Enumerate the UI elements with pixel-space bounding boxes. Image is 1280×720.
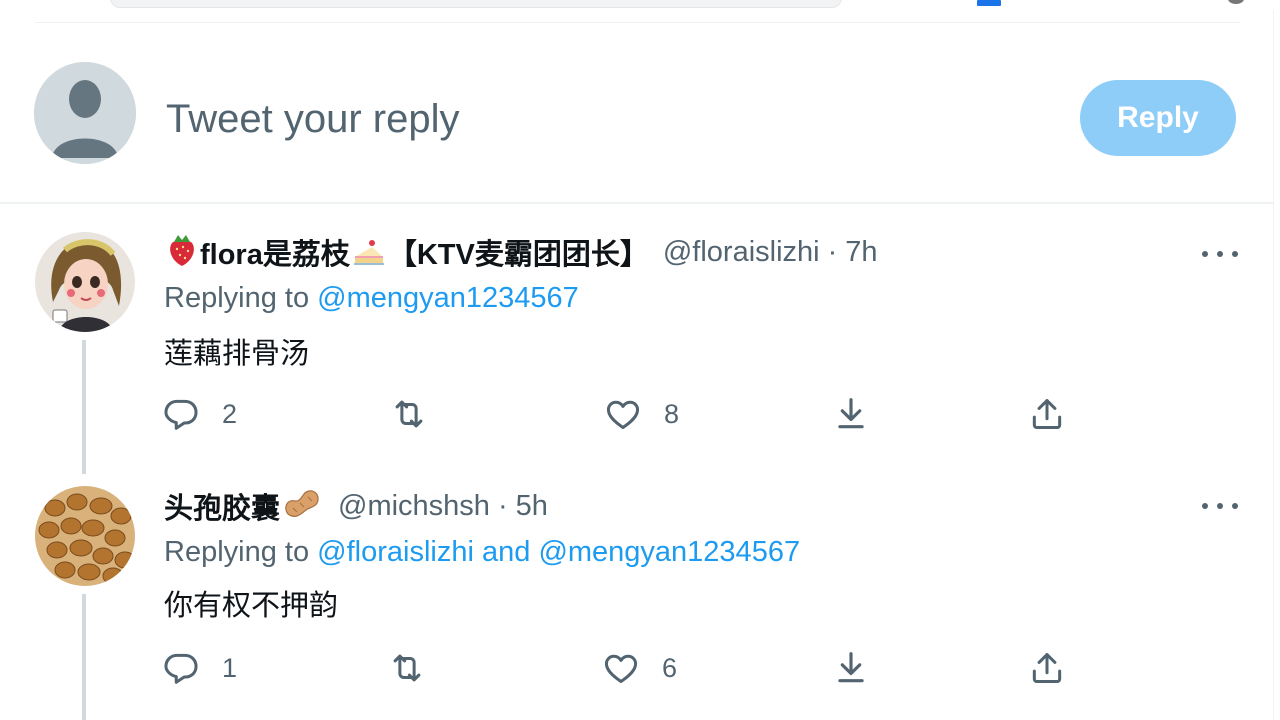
cartoon-girl-avatar-icon (35, 232, 135, 332)
download-icon (838, 398, 864, 429)
like-icon (606, 400, 640, 429)
mention-link[interactable]: @floraislizhi (317, 536, 474, 568)
mention-link[interactable]: @mengyan1234567 (317, 282, 579, 314)
mention-joiner: and (481, 536, 531, 568)
timestamp[interactable]: 5h (516, 490, 548, 523)
handle[interactable]: @floraislizhi (663, 236, 820, 269)
reply-action[interactable]: 2 (162, 394, 237, 434)
tweet[interactable]: flora是荔枝 【KTV麦霸团团长】 @floraislizhi · 7h R… (0, 204, 1273, 474)
display-name[interactable]: 头孢胶囊 (164, 485, 280, 527)
retweet-action[interactable] (390, 394, 428, 434)
replying-label: Replying to (164, 536, 310, 568)
handle[interactable]: @michshsh (338, 490, 490, 523)
share-action[interactable] (1028, 648, 1066, 688)
browser-top-strip (0, 0, 1280, 10)
download-action[interactable] (832, 648, 870, 688)
like-action[interactable]: 8 (604, 394, 679, 434)
peanut-emoji (282, 486, 322, 527)
retweet-icon (393, 654, 421, 682)
tweet-text: 你有权不押韵 (164, 590, 339, 622)
reply-icon (164, 399, 198, 430)
reply-action[interactable]: 1 (162, 648, 237, 688)
more-icon[interactable] (1202, 496, 1238, 516)
reply-input[interactable] (166, 92, 1046, 146)
tweet-header: flora是荔枝 【KTV麦霸团团长】 @floraislizhi · 7h (164, 230, 878, 274)
avatar[interactable] (35, 486, 135, 586)
reply-count: 1 (222, 652, 238, 683)
tweet-header: 头孢胶囊 @michshsh · 5h (164, 484, 548, 528)
like-count: 8 (664, 398, 680, 429)
like-icon (604, 654, 638, 683)
replying-to: Replying to @mengyan1234567 (164, 282, 579, 315)
reply-count: 2 (222, 398, 238, 429)
more-icon[interactable] (1202, 244, 1238, 264)
avatar[interactable] (35, 232, 135, 332)
new-badge (977, 0, 1001, 6)
like-count: 6 (662, 652, 678, 683)
peanuts-avatar-icon (35, 486, 135, 586)
download-action[interactable] (832, 394, 870, 434)
share-icon (1032, 399, 1062, 429)
address-bar-edge (110, 0, 842, 8)
cake-emoji (352, 233, 386, 272)
share-action[interactable] (1028, 394, 1066, 434)
reply-icon (164, 653, 198, 684)
separator-dot: · (497, 489, 508, 522)
separator-dot: · (827, 235, 838, 268)
tweet[interactable]: 头孢胶囊 @michshsh · 5h Replying to @florais… (0, 474, 1273, 720)
reply-button[interactable]: Reply (1080, 80, 1236, 156)
strawberry-emoji (166, 232, 198, 273)
retweet-action[interactable] (388, 648, 426, 688)
retweet-icon (395, 400, 423, 428)
profile-avatar-edge (1228, 0, 1244, 4)
column-border (1273, 10, 1274, 720)
display-name-suffix[interactable]: 【KTV麦霸团团长】 (388, 231, 649, 273)
compose-avatar (34, 62, 136, 164)
replying-to: Replying to @floraislizhi and @mengyan12… (164, 536, 800, 569)
tweet-actions: 1 6 (0, 648, 1273, 688)
display-name[interactable]: flora是荔枝 (200, 231, 350, 273)
divider (35, 22, 1240, 23)
like-action[interactable]: 6 (602, 648, 677, 688)
tweet-text: 莲藕排骨汤 (164, 338, 310, 370)
download-icon (838, 652, 864, 683)
tweet-actions: 2 8 (0, 394, 1273, 434)
default-avatar-icon (34, 62, 136, 164)
replying-label: Replying to (164, 282, 310, 314)
share-icon (1032, 653, 1062, 683)
timestamp[interactable]: 7h (845, 236, 877, 269)
mention-link[interactable]: @mengyan1234567 (538, 536, 800, 568)
